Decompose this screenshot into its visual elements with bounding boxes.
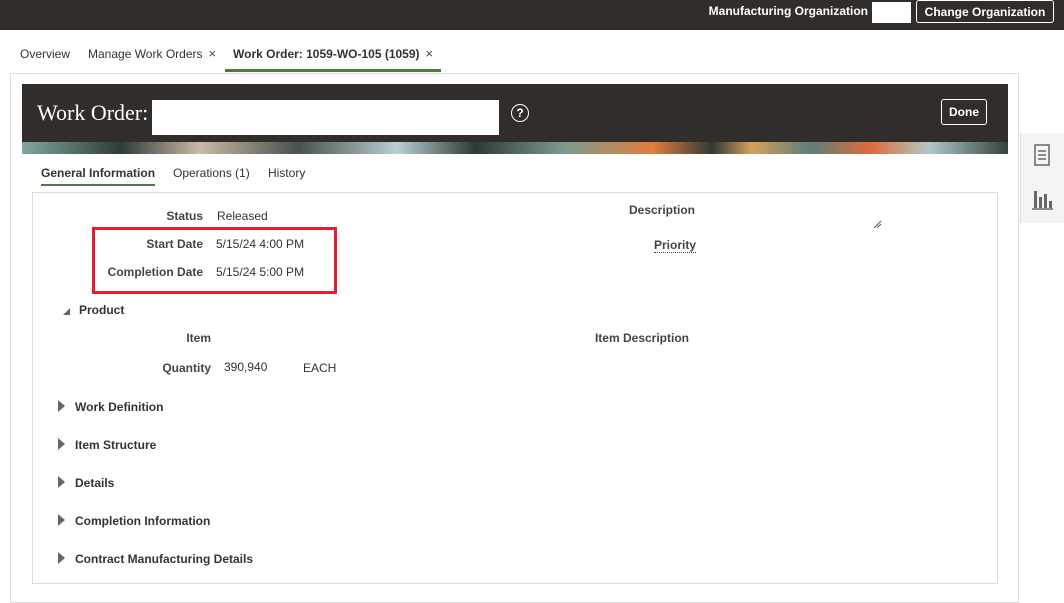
tab-work-order[interactable]: Work Order: 1059-WO-105 (1059) ×	[225, 42, 442, 72]
tab-general-information[interactable]: General Information	[41, 162, 156, 186]
organization-value-field	[872, 2, 911, 23]
status-value: Released	[217, 209, 268, 223]
expand-triangle-icon	[58, 476, 65, 488]
done-button[interactable]: Done	[941, 99, 987, 125]
tab-operations[interactable]: Operations (1)	[173, 162, 250, 184]
item-description-label: Item Description	[594, 331, 689, 345]
tab-history[interactable]: History	[268, 162, 305, 184]
section-label: Work Definition	[75, 400, 164, 414]
completion-information-section-header[interactable]: Completion Information	[58, 514, 210, 528]
close-icon[interactable]: ×	[426, 46, 434, 61]
decorative-banner	[22, 142, 1008, 154]
expand-triangle-icon	[58, 400, 65, 412]
page-title: Work Order:	[37, 100, 149, 125]
expand-triangle-icon	[58, 514, 65, 526]
product-section-header[interactable]: Product	[58, 303, 124, 317]
quantity-value: 390,940	[224, 360, 268, 374]
close-icon[interactable]: ×	[209, 46, 217, 61]
item-label: Item	[186, 331, 211, 345]
tab-overview[interactable]: Overview	[20, 42, 70, 72]
quantity-label: Quantity	[162, 361, 211, 375]
tab-label: Work Order: 1059-WO-105 (1059)	[233, 47, 420, 61]
highlight-box	[92, 227, 337, 294]
section-label: Completion Information	[75, 514, 211, 528]
description-label: Description	[628, 203, 695, 217]
tab-label: Manage Work Orders	[88, 47, 203, 61]
work-definition-section-header[interactable]: Work Definition	[58, 400, 163, 414]
section-label: Item Structure	[75, 438, 157, 452]
section-label: Contract Manufacturing Details	[75, 552, 254, 566]
document-list-icon[interactable]	[1029, 141, 1055, 171]
section-label: Product	[79, 303, 125, 317]
resize-handle-icon[interactable]	[872, 219, 882, 229]
global-header: Manufacturing Organization Change Organi…	[0, 0, 1064, 30]
contract-manufacturing-details-section-header[interactable]: Contract Manufacturing Details	[58, 552, 253, 566]
manufacturing-organization-label: Manufacturing Organization	[708, 4, 868, 18]
bar-chart-icon[interactable]	[1029, 183, 1055, 213]
priority-label[interactable]: Priority	[654, 238, 697, 253]
side-panel	[1020, 133, 1064, 223]
unit-of-measure-value: EACH	[303, 361, 337, 375]
collapse-triangle-icon	[58, 308, 70, 315]
change-organization-button[interactable]: Change Organization	[916, 0, 1054, 23]
tab-label: Overview	[20, 47, 71, 61]
status-label: Status	[166, 209, 203, 223]
expand-triangle-icon	[58, 552, 65, 564]
details-section-header[interactable]: Details	[58, 476, 114, 490]
help-icon[interactable]: ?	[511, 104, 529, 122]
item-structure-section-header[interactable]: Item Structure	[58, 438, 156, 452]
work-order-number-field	[152, 100, 499, 135]
section-label: Details	[75, 476, 115, 490]
expand-triangle-icon	[58, 438, 65, 450]
work-order-header: Work Order: ? Done	[22, 84, 1008, 142]
tab-manage-work-orders[interactable]: Manage Work Orders ×	[88, 42, 216, 72]
